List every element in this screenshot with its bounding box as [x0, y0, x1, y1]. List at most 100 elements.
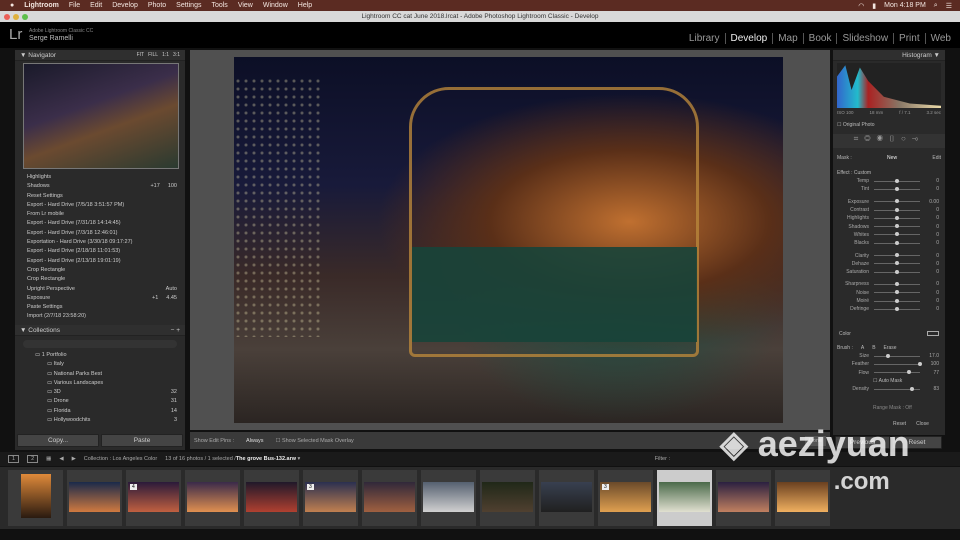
slider-track[interactable]: [874, 207, 920, 212]
navigator-zoom-1:1[interactable]: 1:1: [162, 52, 169, 58]
history-item[interactable]: Export - Hard Drive (2/18/18 11:01:53): [15, 248, 185, 257]
slider-track[interactable]: [874, 199, 920, 204]
history-item[interactable]: Paste Settings: [15, 304, 185, 313]
menu-photo[interactable]: Photo: [148, 2, 166, 9]
menu-view[interactable]: View: [238, 2, 253, 9]
histogram-header[interactable]: Histogram ▼: [833, 50, 945, 61]
slider-track[interactable]: [874, 386, 920, 391]
slider-value[interactable]: 0: [925, 269, 939, 275]
navigator-zoom-fill[interactable]: FILL: [148, 52, 158, 58]
apple-icon[interactable]: ●: [10, 2, 14, 9]
slider-handle[interactable]: [895, 240, 899, 245]
collection-item[interactable]: ▭ Italy: [15, 361, 185, 370]
collection-item[interactable]: ▭ Florida 14: [15, 408, 185, 417]
slider-value[interactable]: 0: [925, 306, 939, 312]
edit-pins-select[interactable]: Always: [246, 438, 263, 444]
menu-list-icon[interactable]: ☰: [946, 2, 952, 10]
menu-window[interactable]: Window: [263, 2, 288, 9]
slider-handle[interactable]: [895, 253, 899, 258]
color-swatch[interactable]: [927, 331, 939, 336]
graduated-filter-icon[interactable]: ▯: [889, 134, 901, 143]
slider-handle[interactable]: [895, 186, 899, 191]
slider-track[interactable]: [874, 290, 920, 295]
filmstrip-thumbnail[interactable]: [480, 470, 535, 526]
close-link[interactable]: Close: [916, 421, 929, 427]
menu-edit[interactable]: Edit: [90, 2, 102, 9]
main-window-button[interactable]: 1: [8, 455, 20, 463]
forward-arrow-icon[interactable]: ▶: [72, 456, 76, 462]
navigator-zoom-3:1[interactable]: 3:1: [173, 52, 180, 58]
history-item[interactable]: Crop Rectangle: [15, 276, 185, 285]
slider-handle[interactable]: [885, 353, 890, 358]
spot-removal-icon[interactable]: ◎: [864, 134, 876, 143]
history-item[interactable]: Export - Hard Drive (2/13/18 19:01:19): [15, 258, 185, 267]
mask-overlay-checkbox[interactable]: ☐ Show Selected Mask Overlay: [275, 438, 353, 444]
module-library[interactable]: Library: [684, 33, 726, 44]
slider-value[interactable]: 0: [925, 281, 939, 287]
slider-track[interactable]: [874, 361, 922, 366]
history-item[interactable]: From Lr mobile: [15, 211, 185, 220]
slider-track[interactable]: [874, 261, 920, 266]
slider-value[interactable]: 0: [925, 215, 939, 221]
crop-tool-icon[interactable]: ⌗: [854, 134, 865, 143]
slider-track[interactable]: [874, 281, 920, 286]
history-item[interactable]: Export - Hard Drive (7/3/18 12:46:01): [15, 230, 185, 239]
filmstrip-thumbnail[interactable]: 4: [126, 470, 181, 526]
selected-filename[interactable]: The grove Bus-132.arw: [236, 456, 296, 462]
slider-value[interactable]: 0: [925, 290, 939, 296]
filmstrip-thumbnail[interactable]: [67, 470, 122, 526]
brush-b-tab[interactable]: B: [872, 345, 875, 351]
slider-track[interactable]: [874, 240, 920, 245]
slider-value[interactable]: 100: [925, 361, 939, 367]
slider-handle[interactable]: [895, 298, 899, 303]
slider-value[interactable]: 0: [925, 298, 939, 304]
menu-help[interactable]: Help: [298, 2, 312, 9]
back-arrow-icon[interactable]: ◀: [59, 456, 63, 462]
filmstrip-thumbnail[interactable]: [185, 470, 240, 526]
close-window-button[interactable]: [4, 14, 10, 20]
mask-edit-button[interactable]: Edit: [932, 155, 941, 161]
filmstrip-thumbnail[interactable]: [362, 470, 417, 526]
add-collection-icon[interactable]: − +: [171, 325, 185, 336]
collections-search[interactable]: [23, 340, 177, 348]
module-slideshow[interactable]: Slideshow: [837, 33, 895, 44]
slider-handle[interactable]: [907, 370, 912, 375]
slider-track[interactable]: [874, 353, 920, 358]
slider-value[interactable]: 0: [925, 253, 939, 259]
slider-track[interactable]: [874, 370, 920, 375]
radial-filter-icon[interactable]: ○: [901, 134, 912, 143]
paste-button[interactable]: Paste: [101, 434, 183, 447]
collection-item[interactable]: ▭ 3D 32: [15, 389, 185, 398]
auto-mask-checkbox[interactable]: ☐ Auto Mask: [873, 378, 902, 384]
filmstrip-thumbnail[interactable]: 3: [598, 470, 653, 526]
slider-handle[interactable]: [895, 261, 899, 266]
slider-value[interactable]: 0: [925, 178, 939, 184]
history-item[interactable]: Export - Hard Drive (7/5/18 3:51:57 PM): [15, 202, 185, 211]
menu-develop[interactable]: Develop: [112, 2, 138, 9]
collections-header[interactable]: ▼ Collections − +: [15, 325, 185, 336]
wifi-icon[interactable]: ◠: [858, 2, 864, 10]
history-item[interactable]: Export - Hard Drive (7/31/18 14:14:45): [15, 220, 185, 229]
module-develop[interactable]: Develop: [726, 33, 774, 44]
menu-app[interactable]: Lightroom: [24, 2, 59, 9]
clock[interactable]: Mon 4:18 PM: [884, 2, 926, 9]
brush-erase-tab[interactable]: Erase: [884, 345, 897, 351]
navigator-preview[interactable]: [23, 63, 179, 169]
slider-value[interactable]: 0: [925, 261, 939, 267]
collection-item[interactable]: ▭ 1 Portfolio: [15, 352, 185, 361]
slider-handle[interactable]: [910, 386, 915, 391]
slider-track[interactable]: [874, 178, 920, 183]
filmstrip-thumbnail[interactable]: 3: [303, 470, 358, 526]
module-web[interactable]: Web: [926, 33, 956, 44]
slider-value[interactable]: 17.0: [925, 353, 939, 359]
main-photo[interactable]: [234, 57, 783, 423]
navigator-zoom-fit[interactable]: FIT: [137, 52, 145, 58]
slider-handle[interactable]: [918, 361, 922, 366]
module-map[interactable]: Map: [773, 33, 804, 44]
copy-button[interactable]: Copy...: [17, 434, 99, 447]
slider-handle[interactable]: [895, 199, 899, 204]
history-item[interactable]: Highlights: [15, 174, 185, 183]
slider-track[interactable]: [874, 269, 920, 274]
collection-item[interactable]: ▭ National Parks Best: [15, 371, 185, 380]
slider-handle[interactable]: [895, 224, 899, 229]
